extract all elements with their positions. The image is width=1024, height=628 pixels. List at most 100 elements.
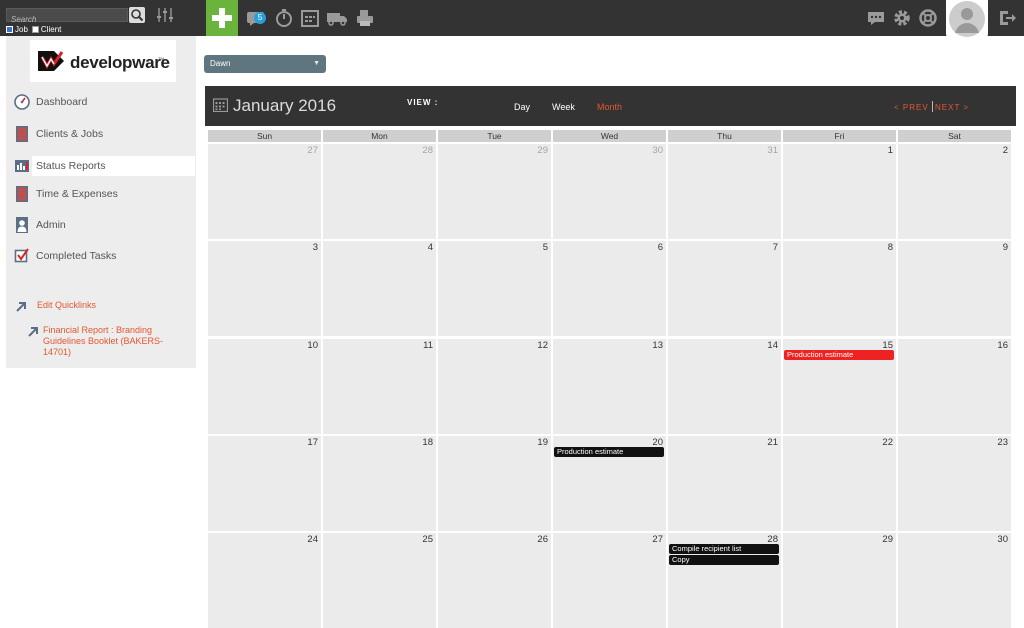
sidebar-item-completed-tasks[interactable]: Completed Tasks (6, 246, 196, 266)
day-cell[interactable]: 19 (438, 435, 551, 531)
truck-icon[interactable] (326, 8, 348, 28)
avatar[interactable] (946, 0, 988, 38)
sidebar-item-admin[interactable]: Admin (6, 215, 196, 235)
day-cell[interactable]: 3 (208, 241, 321, 337)
day-cell[interactable]: 9 (898, 241, 1011, 337)
day-cell[interactable]: 6 (553, 241, 666, 337)
sidebar-item-label: Admin (36, 219, 66, 231)
day-cell[interactable]: 11 (323, 338, 436, 434)
gear-icon[interactable] (892, 8, 912, 28)
day-cell[interactable]: 27 (553, 533, 666, 628)
view-month-button[interactable]: Month (597, 102, 622, 112)
search-button[interactable] (129, 7, 145, 23)
day-cell[interactable]: 24 (208, 533, 321, 628)
top-bar: Job Client 5 (0, 0, 1024, 38)
client-checkbox-label: Client (40, 24, 62, 34)
avatar-icon (949, 1, 985, 37)
calendar-event[interactable]: Production estimate (554, 446, 664, 457)
day-number: 8 (887, 242, 893, 254)
day-cell[interactable]: 31 (668, 144, 781, 239)
sliders-icon[interactable] (156, 6, 174, 24)
job-checkbox-label: Job (15, 24, 28, 34)
day-cell[interactable]: 17 (208, 435, 321, 531)
prev-button[interactable]: < PREV (894, 103, 929, 112)
bar-chart-icon (15, 160, 29, 172)
view-day-button[interactable]: Day (514, 102, 530, 112)
day-number: 9 (1002, 242, 1008, 254)
logout-icon[interactable] (997, 8, 1017, 28)
logo[interactable]: developware TM (30, 40, 176, 82)
notification-badge[interactable]: 5 (254, 12, 266, 24)
quicklink-financial-report[interactable]: Financial Report : Branding Guidelines B… (43, 325, 171, 358)
cabinet-icon (16, 126, 28, 142)
day-cell[interactable]: 30 (898, 533, 1011, 628)
day-number: 18 (422, 436, 433, 448)
sidebar-item-dashboard[interactable]: Dashboard (6, 92, 196, 112)
day-number: 30 (997, 534, 1008, 546)
day-cell[interactable]: 30 (553, 144, 666, 239)
day-number: 13 (652, 339, 663, 351)
day-cell[interactable]: 29 (438, 144, 551, 239)
day-cell[interactable]: 5 (438, 241, 551, 337)
job-checkbox[interactable] (6, 25, 13, 33)
sidebar-item-clients-jobs[interactable]: Clients & Jobs (6, 124, 196, 144)
sidebar-item-time-expenses[interactable]: Time & Expenses (6, 184, 196, 204)
day-cell[interactable]: 2 (898, 144, 1011, 239)
client-checkbox[interactable] (31, 25, 39, 33)
day-cell[interactable]: 1 (783, 144, 896, 239)
day-cell[interactable]: 21 (668, 435, 781, 531)
search-box (6, 8, 128, 26)
day-cell[interactable]: 16 (898, 338, 1011, 434)
sidebar: developware TM Dashboard Clients & Jobs … (6, 36, 196, 368)
calendar-event[interactable]: Copy (669, 555, 779, 566)
day-cell[interactable]: 28 (323, 144, 436, 239)
stopwatch-icon[interactable] (274, 8, 294, 28)
day-number: 16 (997, 339, 1008, 351)
day-cell[interactable]: 25 (323, 533, 436, 628)
sidebar-item-status-reports[interactable]: Status Reports (15, 156, 195, 176)
search-scope: Job Client (6, 24, 61, 34)
day-cell[interactable]: 13 (553, 338, 666, 434)
day-cell[interactable]: 8 (783, 241, 896, 337)
chevron-down-icon: ▼ (313, 60, 320, 67)
weekday-header: Sat (898, 130, 1011, 142)
user-select-value: Dawn (210, 59, 231, 68)
add-button[interactable] (206, 0, 238, 36)
day-number: 29 (537, 145, 548, 156)
day-number: 7 (772, 242, 778, 254)
calendar-icon[interactable] (300, 8, 320, 28)
day-number: 19 (537, 436, 548, 448)
day-cell[interactable]: 14 (668, 338, 781, 434)
day-number: 25 (422, 534, 433, 546)
day-number: 24 (307, 534, 318, 546)
next-button[interactable]: NEXT > (935, 103, 969, 112)
day-cell[interactable]: 15 Production estimate (783, 338, 896, 434)
help-icon[interactable] (918, 8, 938, 28)
arrow-up-right-icon (28, 327, 38, 337)
day-cell[interactable]: 22 (783, 435, 896, 531)
day-cell[interactable]: 29 (783, 533, 896, 628)
day-cell[interactable]: 10 (208, 338, 321, 434)
user-select[interactable]: Dawn ▼ (204, 55, 326, 73)
view-week-button[interactable]: Week (552, 102, 575, 112)
messages-icon[interactable] (866, 8, 886, 28)
edit-quicklinks-link[interactable]: Edit Quicklinks (37, 300, 96, 311)
day-number: 30 (652, 145, 663, 156)
sidebar-item-label: Dashboard (36, 96, 88, 108)
weekday-header: Mon (323, 130, 436, 142)
calendar-event[interactable]: Production estimate (784, 349, 894, 360)
day-cell[interactable]: 7 (668, 241, 781, 337)
day-cell[interactable]: 28 Compile recipient list Copy (668, 533, 781, 628)
day-number: 27 (307, 145, 318, 156)
day-cell[interactable]: 20 Production estimate (553, 435, 666, 531)
person-icon (16, 217, 28, 233)
month-grid: Sun Mon Tue Wed Thu Fri Sat 27 28 29 30 31 1 2 3 4 5 6 7 8 9… (205, 126, 1016, 628)
printer-icon[interactable] (355, 8, 375, 28)
day-cell[interactable]: 4 (323, 241, 436, 337)
day-cell[interactable]: 27 (208, 144, 321, 239)
day-cell[interactable]: 26 (438, 533, 551, 628)
day-cell[interactable]: 23 (898, 435, 1011, 531)
day-cell[interactable]: 12 (438, 338, 551, 434)
calendar-event[interactable]: Compile recipient list (669, 544, 779, 555)
day-cell[interactable]: 18 (323, 435, 436, 531)
